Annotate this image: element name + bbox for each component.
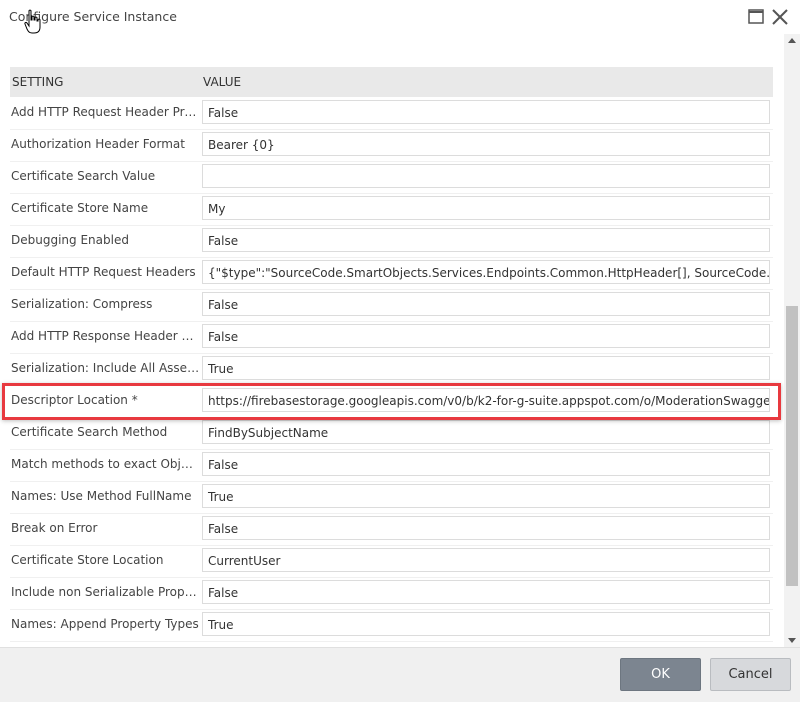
setting-label: Certificate Store Name (11, 201, 149, 215)
setting-label: Serialization: Include All Assemb... (11, 361, 200, 375)
setting-label: Add HTTP Request Header Prop... (11, 105, 200, 119)
setting-value-field[interactable]: False (202, 452, 770, 476)
setting-label: Certificate Search Method (11, 425, 168, 439)
table-row: Serialization: Include All Assemb... Tru… (10, 353, 773, 386)
setting-value-field[interactable]: FindBySubjectName (202, 420, 770, 444)
setting-value-field[interactable]: False (202, 580, 770, 604)
column-header-value: VALUE (203, 75, 242, 89)
table-row: Add HTTP Response Header Pro... False (10, 321, 773, 354)
table-row: Default HTTP Request Headers {"$type":"S… (10, 257, 773, 290)
setting-value-field[interactable]: False (202, 228, 770, 252)
table-row: Certificate Search Method FindBySubjectN… (10, 417, 773, 450)
setting-value-field[interactable]: {"$type":"SourceCode.SmartObjects.Servic… (202, 260, 770, 284)
table-row: Authorization Header Format Bearer {0} (10, 129, 773, 162)
close-icon (772, 9, 788, 25)
hand-cursor-icon (24, 9, 42, 35)
setting-label: Names: Append Property Types (11, 617, 199, 631)
setting-label: Break on Error (11, 521, 98, 535)
setting-label: Names: Use Method FullName (11, 489, 192, 503)
scroll-up-icon[interactable] (788, 38, 796, 43)
dialog-footer: OK Cancel (0, 647, 800, 702)
cancel-button[interactable]: Cancel (710, 658, 791, 691)
column-header-setting: SETTING (12, 75, 64, 89)
ok-button[interactable]: OK (620, 658, 701, 691)
setting-label: Serialization: Compress (11, 297, 153, 311)
setting-value-field[interactable]: False (202, 100, 770, 124)
setting-label: Include non Serializable Propert... (11, 585, 200, 599)
configure-service-instance-dialog: Configure Service Instance SETTING VALUE… (0, 0, 800, 702)
maximize-button[interactable] (746, 7, 766, 27)
setting-value-field[interactable]: CurrentUser (202, 548, 770, 572)
setting-value-field[interactable]: False (202, 292, 770, 316)
setting-value-field[interactable]: Bearer {0} (202, 132, 770, 156)
grid-header: SETTING VALUE (10, 67, 773, 97)
setting-value-field[interactable]: True (202, 612, 770, 636)
setting-label: Descriptor Location * (11, 393, 138, 407)
table-row: Serialization: Compress False (10, 289, 773, 322)
vertical-scrollbar[interactable] (784, 34, 800, 647)
setting-value-field[interactable]: True (202, 356, 770, 380)
close-button[interactable] (770, 7, 790, 27)
setting-value-field[interactable]: True (202, 484, 770, 508)
table-row: Match methods to exact Object ... False (10, 449, 773, 482)
table-row: Certificate Search Value (10, 161, 773, 194)
setting-label: Authorization Header Format (11, 137, 185, 151)
table-row: Certificate Store Name My (10, 193, 773, 226)
maximize-icon (748, 9, 764, 24)
settings-panel: SETTING VALUE Add HTTP Request Header Pr… (0, 34, 800, 647)
setting-label: Match methods to exact Object ... (11, 457, 200, 471)
scroll-thumb[interactable] (786, 306, 798, 586)
table-row: Names: Append Property Types True (10, 609, 773, 642)
table-row: Certificate Store Location CurrentUser (10, 545, 773, 578)
table-row: Debugging Enabled False (10, 225, 773, 258)
setting-value-field[interactable] (202, 164, 770, 188)
table-row: Break on Error False (10, 513, 773, 546)
title-bar[interactable]: Configure Service Instance (0, 0, 800, 34)
setting-label: Certificate Search Value (11, 169, 156, 183)
setting-value-field[interactable]: False (202, 516, 770, 540)
table-row: Descriptor Location * https://firebasest… (10, 385, 773, 418)
table-row: Add HTTP Request Header Prop... False (10, 97, 773, 130)
table-row: Names: Use Method FullName True (10, 481, 773, 514)
setting-label: Default HTTP Request Headers (11, 265, 196, 279)
setting-value-field[interactable]: https://firebasestorage.googleapis.com/v… (202, 388, 770, 412)
setting-label: Add HTTP Response Header Pro... (11, 329, 200, 343)
setting-value-field[interactable]: My (202, 196, 770, 220)
setting-value-field[interactable]: False (202, 324, 770, 348)
setting-label: Certificate Store Location (11, 553, 164, 567)
setting-label: Debugging Enabled (11, 233, 129, 247)
table-row: Include non Serializable Propert... Fals… (10, 577, 773, 610)
scroll-down-icon[interactable] (788, 638, 796, 643)
